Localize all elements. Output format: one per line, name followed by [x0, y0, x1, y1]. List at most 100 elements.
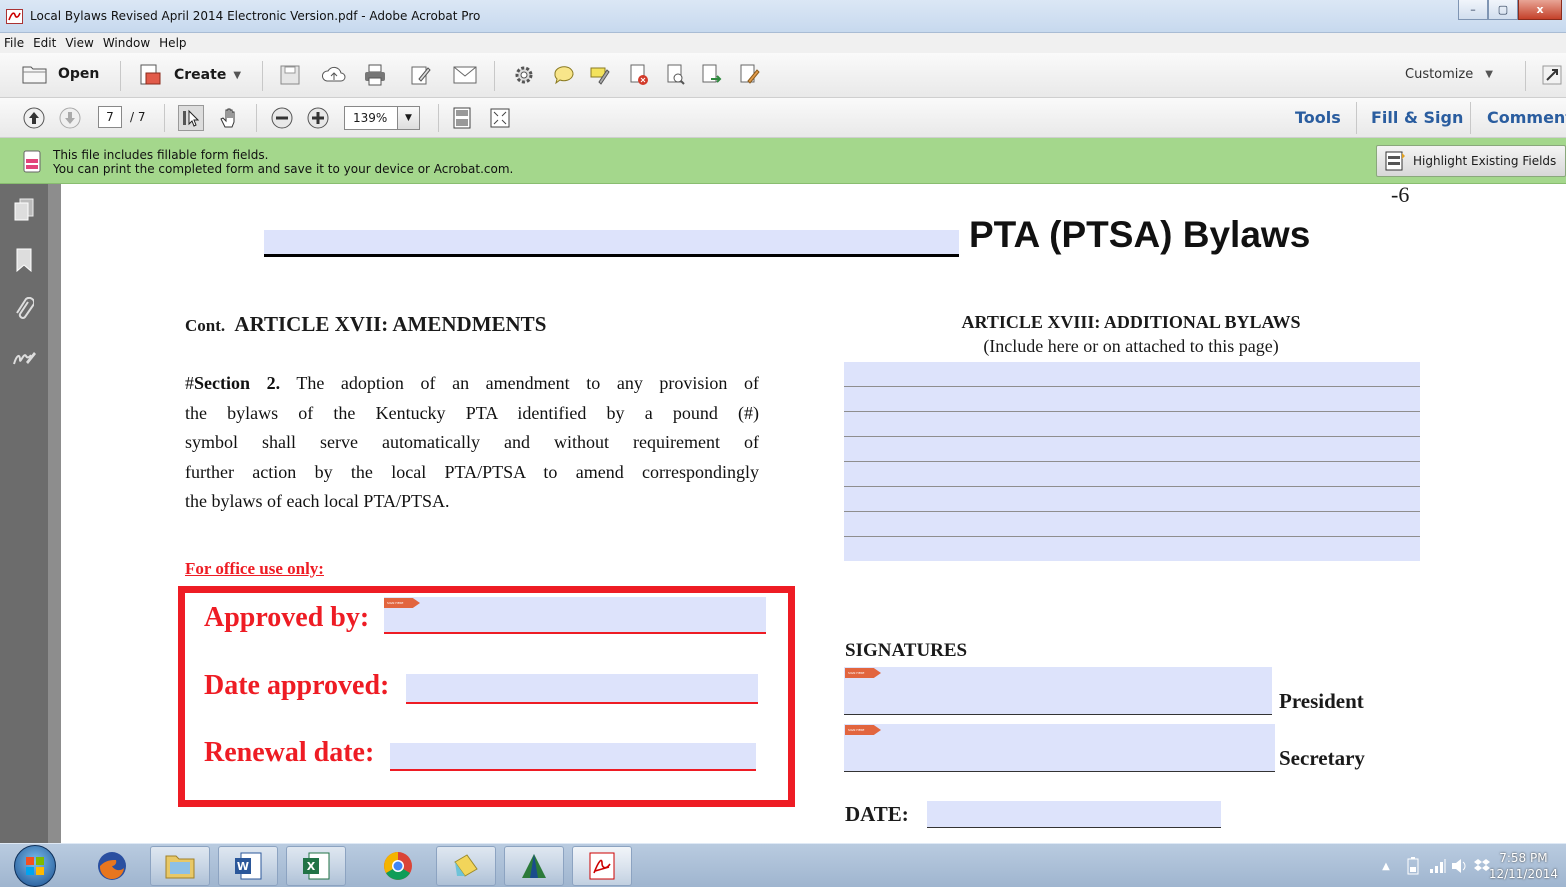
acrobat-app-icon [6, 9, 23, 24]
expand-icon[interactable] [1540, 63, 1564, 87]
previous-page-icon[interactable] [22, 106, 46, 130]
email-icon[interactable] [452, 63, 478, 87]
secretary-signature-field[interactable] [844, 724, 1275, 772]
next-page-icon[interactable] [58, 106, 82, 130]
pta-name-field[interactable] [264, 230, 959, 254]
show-hidden-icons-icon[interactable]: ▲ [1378, 856, 1394, 876]
chevron-down-icon: ▼ [1485, 69, 1493, 80]
chrome-taskbar-button[interactable] [368, 846, 428, 886]
triangle-logo-icon [522, 854, 546, 878]
chevron-down-icon: ▼ [233, 69, 242, 81]
renewal-date-field[interactable] [390, 743, 756, 771]
create-button[interactable]: Create ▼ [138, 63, 241, 87]
windows-taskbar: W X ▲ 7:58 PM 12/11/2014 [0, 843, 1566, 887]
word-taskbar-button[interactable]: W [218, 846, 278, 886]
volume-icon[interactable] [1450, 855, 1470, 877]
folder-icon [165, 855, 195, 879]
renewal-date-label: Renewal date: [204, 737, 375, 768]
folder-icon [22, 66, 47, 84]
signatures-icon[interactable] [10, 344, 38, 372]
menu-help[interactable]: Help [159, 36, 186, 50]
signal-icon[interactable] [1428, 855, 1448, 877]
president-signature-field[interactable] [844, 667, 1272, 715]
secretary-signature-line [844, 771, 1275, 772]
zoom-select[interactable]: 139% ▼ [344, 106, 420, 130]
acrobat-taskbar-button[interactable] [572, 846, 632, 886]
edit-document-icon[interactable] [409, 63, 433, 87]
excel-taskbar-button[interactable]: X [286, 846, 346, 886]
chevron-down-icon[interactable]: ▼ [398, 106, 420, 130]
zoom-value[interactable]: 139% [344, 106, 398, 130]
secretary-label: Secretary [1279, 746, 1365, 770]
select-tool-icon[interactable] [178, 105, 204, 131]
battery-icon[interactable] [1404, 855, 1422, 877]
close-button[interactable]: x [1518, 0, 1562, 20]
article-xvii-title: ARTICLE XVII: AMENDMENTS [234, 312, 547, 336]
full-screen-icon[interactable] [488, 105, 512, 131]
app-taskbar-button[interactable] [436, 846, 496, 886]
signature-date-field[interactable] [927, 801, 1221, 828]
sign-here-tag[interactable]: SIGN HERE [845, 668, 881, 678]
comment-icon[interactable] [552, 63, 576, 87]
zoom-out-icon[interactable] [270, 106, 294, 130]
customize-button[interactable]: Customize ▼ [1405, 67, 1493, 82]
open-label: Open [58, 66, 100, 82]
sign-here-tag[interactable]: SIGN HERE [845, 725, 881, 735]
cloud-upload-icon[interactable] [322, 63, 346, 87]
document-search-icon[interactable] [664, 63, 688, 87]
page-thumbnails-icon[interactable] [10, 196, 38, 224]
bookmarks-icon[interactable] [10, 246, 38, 274]
fit-page-icon[interactable] [450, 105, 474, 131]
explorer-taskbar-button[interactable] [150, 846, 210, 886]
menu-view[interactable]: View [65, 36, 93, 50]
hand-tool-icon[interactable] [216, 105, 242, 131]
gear-icon[interactable] [512, 63, 536, 87]
open-button[interactable]: Open [22, 64, 99, 84]
highlight-fields-label: Highlight Existing Fields [1413, 154, 1557, 168]
firefox-icon [98, 852, 126, 880]
sign-document-icon[interactable] [738, 63, 762, 87]
navigation-pane [0, 184, 48, 843]
system-clock[interactable]: 7:58 PM 12/11/2014 [1489, 850, 1558, 882]
menu-file[interactable]: File [4, 36, 24, 50]
start-button[interactable] [14, 845, 56, 887]
president-label: President [1279, 689, 1364, 713]
approved-by-field[interactable] [384, 597, 766, 633]
signatures-heading: SIGNATURES [845, 640, 968, 661]
sign-here-tag[interactable]: SIGN HERE [384, 598, 420, 608]
acrobat-icon [589, 852, 615, 880]
highlight-fields-button[interactable]: Highlight Existing Fields [1376, 145, 1566, 177]
menu-edit[interactable]: Edit [33, 36, 56, 50]
highlight-icon[interactable] [588, 63, 612, 87]
date-label: DATE: [845, 802, 909, 826]
remove-pdf-icon[interactable] [627, 63, 651, 87]
section-2-line-1: The adoption of an amendment to any prov… [280, 373, 759, 393]
form-notice-bar: This file includes fillable form fields.… [0, 138, 1566, 184]
export-pdf-icon[interactable] [700, 63, 724, 87]
form-fields-icon [20, 149, 46, 175]
article-xviii-title: ARTICLE XVIII: ADDITIONAL BYLAWS [961, 312, 1301, 332]
customize-label: Customize [1405, 67, 1474, 82]
app-2-taskbar-button[interactable] [504, 846, 564, 886]
fill-sign-tab[interactable]: Fill & Sign [1371, 108, 1463, 127]
maximize-button[interactable]: ▢ [1488, 0, 1518, 20]
page-number-input[interactable]: 7 [98, 106, 122, 128]
save-icon[interactable] [278, 63, 302, 87]
clock-time: 7:58 PM [1499, 851, 1548, 865]
window-titlebar: Local Bylaws Revised April 2014 Electron… [0, 0, 1566, 33]
tools-tab[interactable]: Tools [1295, 108, 1341, 127]
comment-tab[interactable]: Comment [1487, 108, 1566, 127]
additional-bylaws-field[interactable] [844, 362, 1420, 561]
firefox-taskbar-button[interactable] [82, 846, 142, 886]
print-icon[interactable] [363, 63, 387, 87]
attachments-icon[interactable] [10, 296, 38, 324]
cont-prefix: Cont. [185, 316, 226, 335]
section-2-line-2: the bylaws of the Kentucky PTA identifie… [185, 402, 759, 423]
minimize-button[interactable]: – [1458, 0, 1488, 20]
clock-date: 12/11/2014 [1488, 867, 1558, 881]
menu-window[interactable]: Window [103, 36, 150, 50]
date-approved-label: Date approved: [204, 670, 390, 701]
date-approved-field[interactable] [406, 674, 758, 704]
zoom-in-icon[interactable] [306, 106, 330, 130]
section-2-paragraph: #Section 2. The adoption of an amendment… [185, 369, 759, 517]
